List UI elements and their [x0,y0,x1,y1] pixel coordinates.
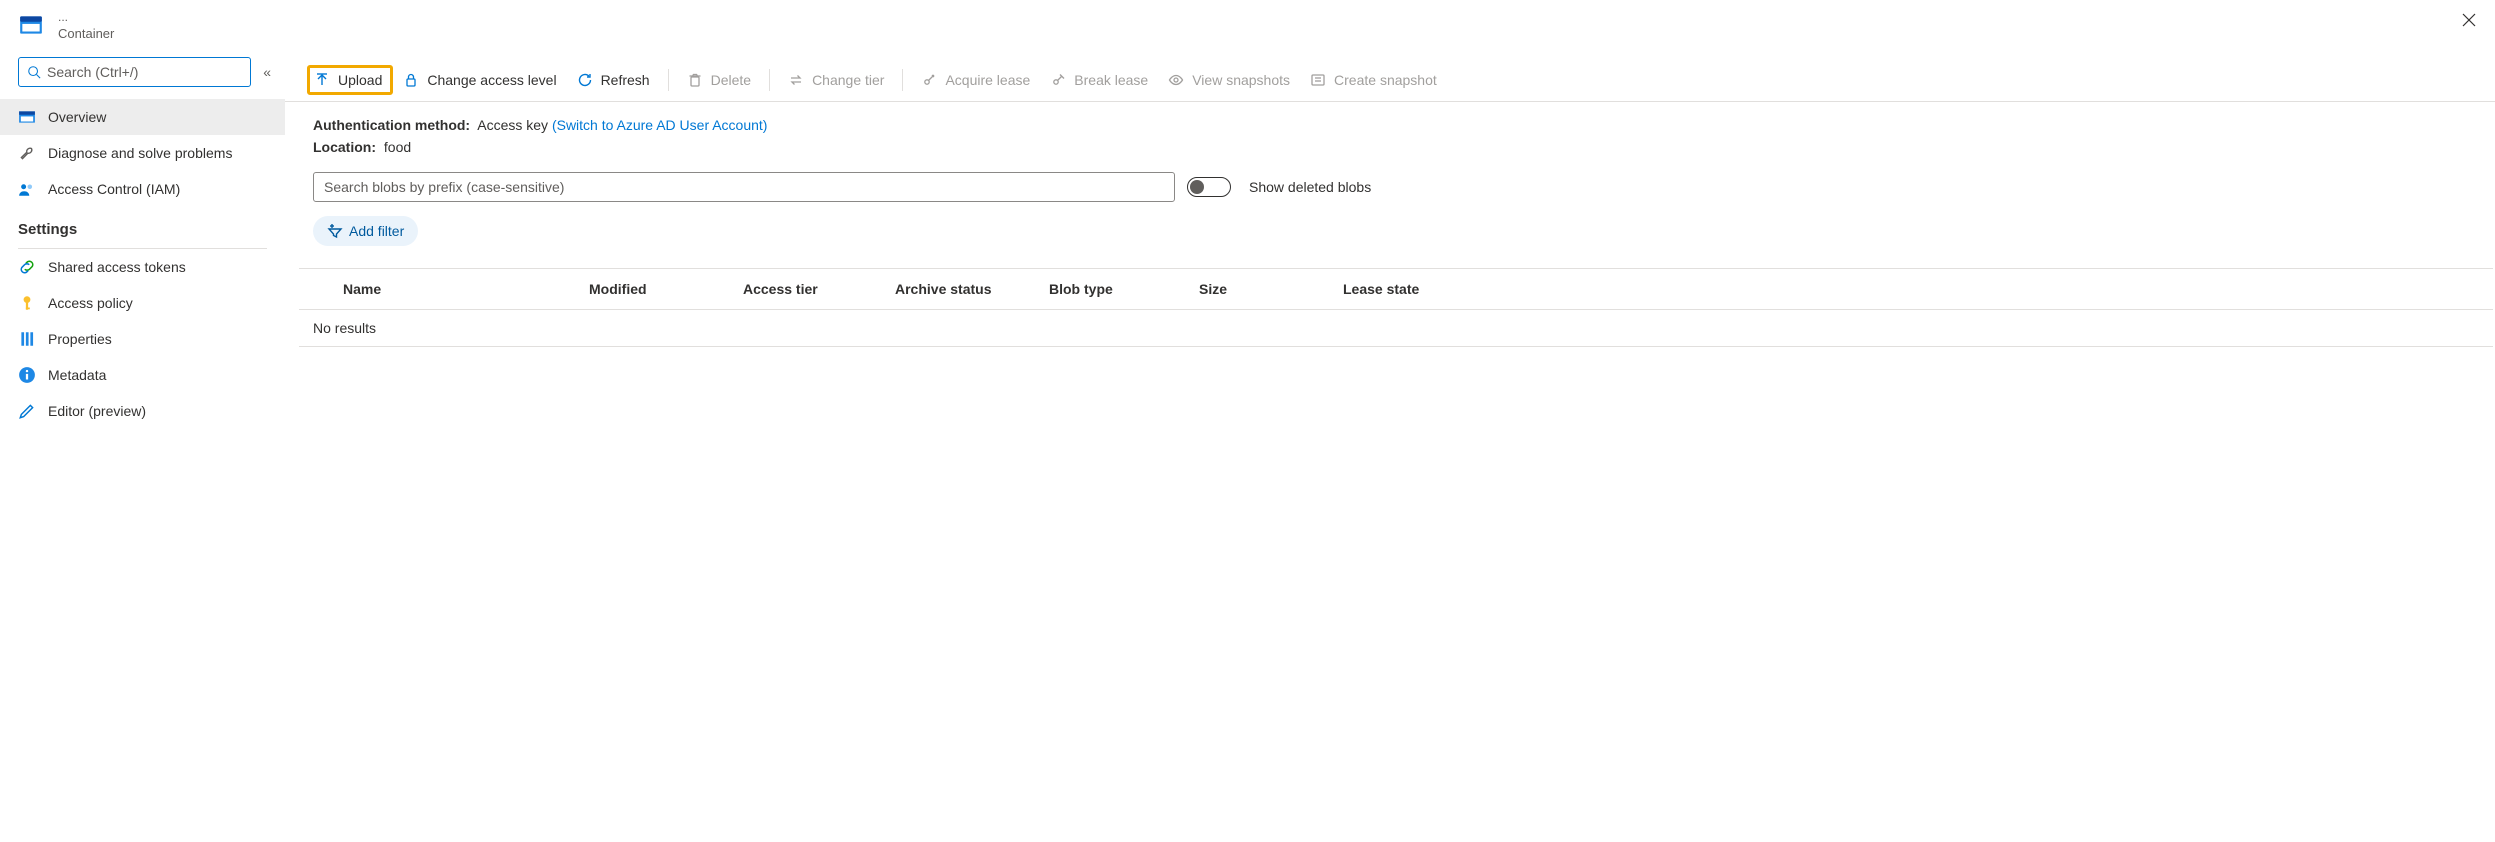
create-snapshot-label: Create snapshot [1334,72,1437,88]
break-lease-button[interactable]: Break lease [1040,65,1158,95]
refresh-label: Refresh [601,72,650,88]
show-deleted-toggle[interactable] [1187,177,1231,197]
info-icon [18,366,36,384]
delete-button[interactable]: Delete [677,65,761,95]
auth-label: Authentication method: [313,117,470,133]
main: Upload Change access level Refresh Delet [285,0,2495,842]
location-value: food [384,139,411,155]
eye-icon [1168,72,1184,88]
resource-header: ... Container [0,6,285,51]
nav-editor[interactable]: Editor (preview) [0,393,285,429]
nav-overview[interactable]: Overview [0,99,285,135]
refresh-icon [577,72,593,88]
column-access-tier[interactable]: Access tier [733,281,885,297]
trash-icon [687,72,703,88]
nav-sas-label: Shared access tokens [48,259,186,275]
edit-icon [18,402,36,420]
break-lease-label: Break lease [1074,72,1148,88]
view-snapshots-label: View snapshots [1192,72,1290,88]
nav-policy[interactable]: Access policy [0,285,285,321]
nav-diagnose[interactable]: Diagnose and solve problems [0,135,285,171]
change-access-button[interactable]: Change access level [393,65,566,95]
nav-diagnose-label: Diagnose and solve problems [48,145,232,161]
column-size[interactable]: Size [1189,281,1333,297]
delete-label: Delete [711,72,751,88]
filter-icon [327,223,343,239]
break-lease-icon [1050,72,1066,88]
acquire-lease-button[interactable]: Acquire lease [911,65,1040,95]
toolbar-separator [769,69,770,91]
view-snapshots-button[interactable]: View snapshots [1158,65,1300,95]
toolbar-separator [668,69,669,91]
nav-editor-label: Editor (preview) [48,403,146,419]
create-snapshot-button[interactable]: Create snapshot [1300,65,1447,95]
nav-sas[interactable]: Shared access tokens [0,249,285,285]
nav-iam[interactable]: Access Control (IAM) [0,171,285,207]
column-archive-status[interactable]: Archive status [885,281,1039,297]
link-icon [18,258,36,276]
nav-section-settings: Settings [0,207,285,244]
upload-button[interactable]: Upload [307,65,393,95]
show-deleted-label: Show deleted blobs [1249,179,1371,195]
wrench-icon [18,144,36,162]
resource-type: Container [58,26,114,41]
toggle-knob [1190,180,1204,194]
toolbar: Upload Change access level Refresh Delet [285,58,2495,102]
nav-metadata[interactable]: Metadata [0,357,285,393]
toolbar-separator [902,69,903,91]
no-results: No results [299,310,2493,347]
lock-icon [403,72,419,88]
sidebar: ... Container « Overview Diagnose and so… [0,0,285,842]
container-icon [18,108,36,126]
auth-value: Access key [477,117,548,133]
nav-iam-label: Access Control (IAM) [48,181,180,197]
upload-icon [314,72,330,88]
resource-breadcrumb: ... [58,10,114,24]
snapshot-icon [1310,72,1326,88]
nav-policy-label: Access policy [48,295,133,311]
nav-overview-label: Overview [48,109,106,125]
column-blob-type[interactable]: Blob type [1039,281,1189,297]
acquire-lease-icon [921,72,937,88]
sidebar-collapse-button[interactable]: « [263,64,271,80]
auth-switch-link[interactable]: (Switch to Azure AD User Account) [552,117,768,133]
column-lease-state[interactable]: Lease state [1333,281,1473,297]
add-filter-label: Add filter [349,223,404,239]
refresh-button[interactable]: Refresh [567,65,660,95]
close-button[interactable] [2455,6,2483,37]
nav-properties[interactable]: Properties [0,321,285,357]
change-tier-label: Change tier [812,72,884,88]
swap-icon [788,72,804,88]
sidebar-search-input[interactable] [47,64,242,80]
column-name[interactable]: Name [333,281,579,297]
people-icon [18,180,36,198]
add-filter-button[interactable]: Add filter [313,216,418,246]
sidebar-search[interactable] [18,57,251,87]
blob-table: Name Modified Access tier Archive status… [299,268,2493,347]
blob-search-input[interactable] [313,172,1175,202]
nav-properties-label: Properties [48,331,112,347]
properties-icon [18,330,36,348]
nav-metadata-label: Metadata [48,367,106,383]
container-header-icon [18,12,44,38]
key-icon [18,294,36,312]
location-label: Location: [313,139,376,155]
upload-label: Upload [338,72,382,88]
change-access-label: Change access level [427,72,556,88]
column-modified[interactable]: Modified [579,281,733,297]
acquire-lease-label: Acquire lease [945,72,1030,88]
search-icon [27,65,41,79]
change-tier-button[interactable]: Change tier [778,65,894,95]
table-header: Name Modified Access tier Archive status… [299,268,2493,310]
